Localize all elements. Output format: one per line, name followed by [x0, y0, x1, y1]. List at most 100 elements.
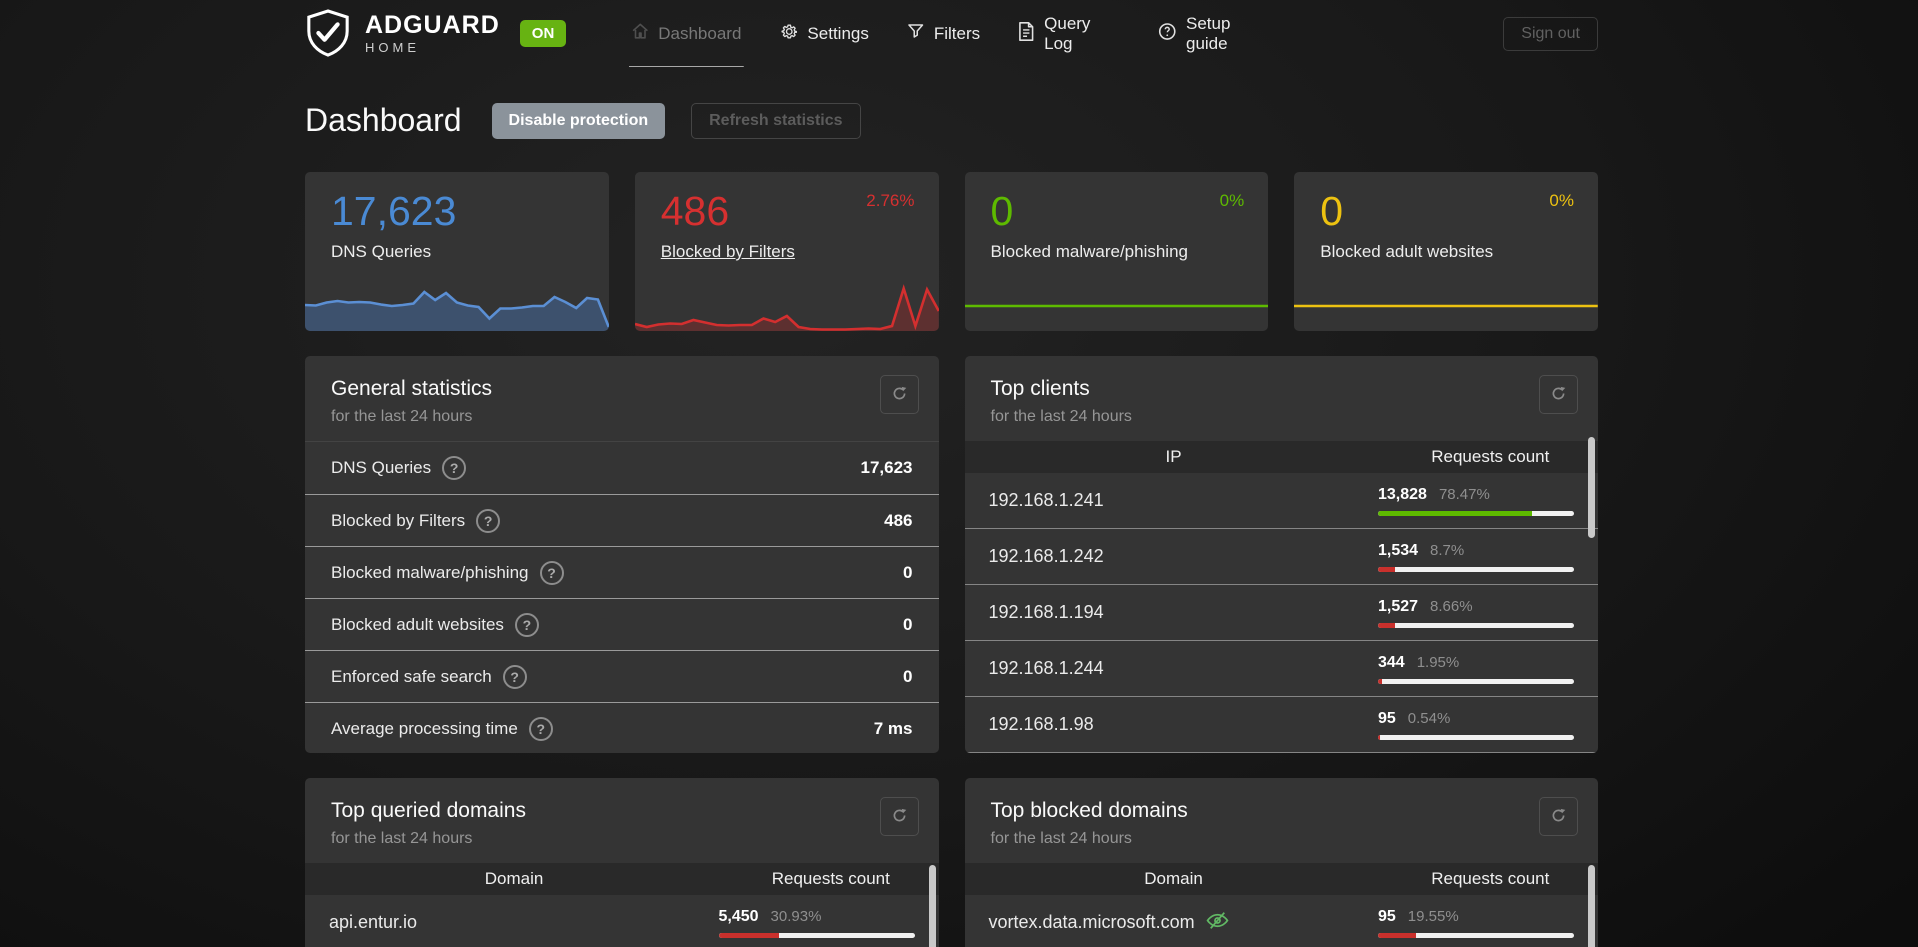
refresh-panel-button[interactable]: [879, 797, 919, 836]
help-icon[interactable]: ?: [442, 456, 467, 480]
client-ip[interactable]: 192.168.1.194: [989, 602, 1104, 623]
stat-row-label: Blocked adult websites: [331, 614, 504, 634]
progress-bar: [1378, 510, 1574, 516]
stats-row: Enforced safe search? 0: [305, 650, 939, 702]
stat-cards-row: 17,623 DNS Queries 486 Blocked by Filter…: [305, 172, 1598, 331]
blocked-malware-sparkline-chart: [965, 281, 1269, 331]
main-content: Dashboard Disable protection Refresh sta…: [305, 102, 1598, 947]
request-percent: 0.54%: [1407, 709, 1451, 727]
nav-item-dashboard[interactable]: Dashboard: [628, 0, 743, 67]
disable-protection-button[interactable]: Disable protection: [491, 102, 666, 139]
stat-row-value: 17,623: [860, 458, 913, 477]
adguard-home-dashboard: ADGUARD HOME ON Dashboard Settings Filte…: [0, 0, 1918, 947]
request-count: 344: [1378, 653, 1405, 671]
request-percent: 78.47%: [1438, 485, 1490, 503]
scrollbar-thumb[interactable]: [1588, 437, 1595, 538]
request-count: 5,450: [718, 907, 759, 925]
allowlist-eye-slash-icon[interactable]: [1205, 908, 1230, 938]
progress-bar: [1378, 622, 1574, 628]
nav-item-setup-guide[interactable]: Setup guide: [1156, 0, 1275, 67]
help-circle-icon: [1158, 22, 1177, 46]
domain-name[interactable]: api.entur.io: [329, 912, 417, 933]
column-header-ip: IP: [1165, 447, 1182, 466]
sign-out-button[interactable]: Sign out: [1503, 16, 1598, 51]
stat-percent: 2.76%: [866, 191, 915, 210]
client-row: 192.168.1.194 1,527 8.66%: [964, 585, 1598, 641]
request-percent: 19.55%: [1407, 907, 1459, 925]
stat-row-label: Enforced safe search: [331, 666, 492, 686]
stat-card-dns-queries: 17,623 DNS Queries: [305, 172, 609, 331]
top-clients-panel: Top clients for the last 24 hours IP Req…: [964, 356, 1598, 753]
scrollbar-thumb[interactable]: [1588, 865, 1595, 947]
refresh-panel-button[interactable]: [1539, 797, 1578, 836]
scrollbar-thumb[interactable]: [928, 865, 936, 947]
stat-label: Blocked adult websites: [1320, 242, 1494, 261]
help-icon[interactable]: ?: [539, 560, 564, 585]
client-row: 192.168.1.98 95 0.54%: [964, 697, 1598, 753]
request-count: 95: [1378, 907, 1396, 925]
general-statistics-table: DNS Queries? 17,623 Blocked by Filters? …: [305, 441, 939, 753]
request-count: 13,828: [1378, 485, 1427, 503]
client-ip[interactable]: 192.168.1.242: [989, 546, 1104, 567]
nav-item-label: Setup guide: [1185, 13, 1231, 53]
request-count: 1,534: [1378, 541, 1419, 559]
stats-row: Blocked by Filters? 486: [305, 494, 939, 546]
client-ip[interactable]: 192.168.1.244: [989, 658, 1104, 679]
client-ip[interactable]: 192.168.1.98: [989, 714, 1094, 735]
table-header: Domain Requests count: [964, 863, 1598, 895]
stat-label: DNS Queries: [331, 242, 432, 261]
nav-item-query-log[interactable]: Query Log: [1016, 0, 1122, 67]
stat-row-value: 0: [903, 666, 913, 686]
filter-icon: [907, 22, 925, 45]
stat-row-value: 486: [884, 510, 913, 530]
refresh-panel-button[interactable]: [1539, 375, 1578, 414]
panel-subtitle: for the last 24 hours: [990, 830, 1132, 847]
requests-cell: 13,828 78.47%: [1378, 486, 1574, 516]
stats-row: Blocked malware/phishing? 0: [305, 546, 939, 598]
domain-row: api.entur.io 5,450 30.93%: [305, 895, 939, 947]
requests-cell: 1,534 8.7%: [1378, 542, 1574, 572]
refresh-panel-button[interactable]: [879, 375, 919, 414]
panel-head: Top blocked domains for the last 24 hour…: [965, 778, 1599, 863]
nav-item-label: Dashboard: [658, 23, 742, 43]
stat-row-label: Blocked malware/phishing: [331, 562, 529, 582]
column-header-requests: Requests count: [1431, 869, 1550, 888]
panel-title: General statistics: [331, 377, 493, 400]
refresh-statistics-button[interactable]: Refresh statistics: [691, 102, 861, 139]
request-count: 95: [1378, 709, 1396, 727]
requests-cell: 95 0.54%: [1378, 710, 1574, 740]
client-row: 192.168.1.244 344 1.95%: [964, 641, 1598, 697]
requests-cell: 1,527 8.66%: [1378, 598, 1574, 628]
stat-percent: 0%: [1219, 191, 1245, 210]
help-icon[interactable]: ?: [476, 508, 501, 533]
stat-row-value: 7 ms: [873, 718, 913, 738]
stat-card-blocked-adult: 0 Blocked adult websites 0%: [1294, 172, 1598, 331]
client-ip[interactable]: 192.168.1.241: [989, 490, 1104, 511]
table-header: IP Requests count: [964, 441, 1598, 473]
panel-subtitle: for the last 24 hours: [331, 830, 473, 847]
nav-item-label: Filters: [933, 23, 981, 43]
top-blocked-domains-panel: Top blocked domains for the last 24 hour…: [964, 778, 1599, 947]
help-icon[interactable]: ?: [528, 716, 553, 741]
home-icon: [630, 22, 649, 46]
nav-menu: Dashboard Settings Filters Query Log Set…: [628, 0, 1275, 67]
domain-name[interactable]: vortex.data.microsoft.com: [989, 912, 1195, 933]
refresh-icon: [1550, 807, 1567, 827]
nav-item-filters[interactable]: Filters: [905, 0, 982, 67]
document-icon: [1018, 21, 1035, 46]
stat-percent: 0%: [1549, 191, 1574, 210]
panels-row-1: General statistics for the last 24 hours…: [305, 356, 1598, 753]
column-header-requests: Requests count: [771, 869, 890, 888]
help-icon[interactable]: ?: [514, 612, 539, 637]
refresh-icon: [1550, 385, 1567, 405]
nav-item-label: Query Log: [1044, 13, 1091, 53]
blocked-filters-sparkline-chart: [634, 281, 939, 331]
stats-row: Average processing time? 7 ms: [305, 702, 939, 753]
progress-bar: [1378, 566, 1574, 572]
brand[interactable]: ADGUARD HOME ON: [305, 8, 567, 59]
blocked-by-filters-link[interactable]: Blocked by Filters: [635, 235, 795, 262]
request-percent: 1.95%: [1416, 653, 1460, 671]
top-queried-domains-panel: Top queried domains for the last 24 hour…: [305, 778, 939, 947]
nav-item-settings[interactable]: Settings: [777, 0, 870, 67]
help-icon[interactable]: ?: [502, 664, 527, 689]
